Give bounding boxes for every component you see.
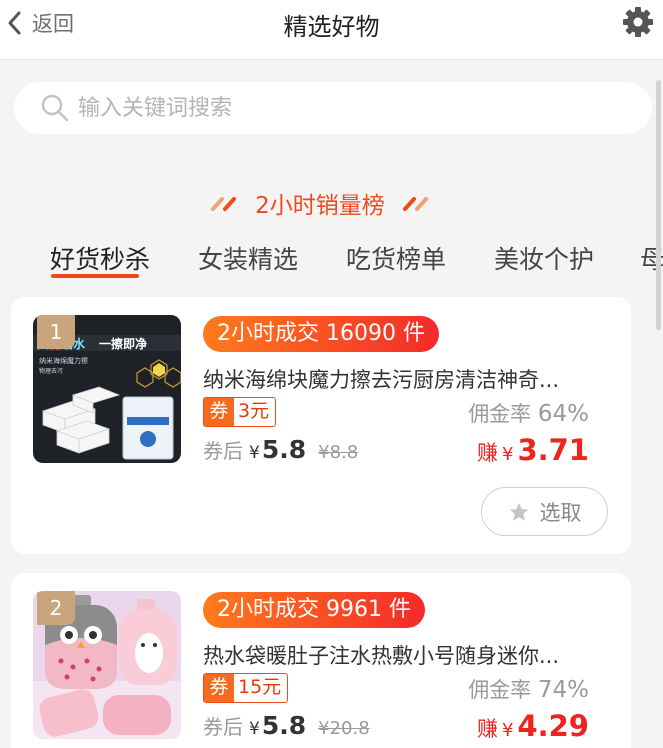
top-bar: 返回 精选好物 (0, 0, 663, 60)
tab-meizhuang-gehu[interactable]: 美妆个护 (494, 240, 594, 276)
commission-value: 64% (537, 401, 589, 427)
sales-badge: 2小时成交 16090 件 (203, 316, 439, 352)
svg-text:纳米海绵魔力擦: 纳米海绵魔力擦 (39, 356, 88, 365)
earnings: 赚 ¥ 4.29 (477, 709, 589, 743)
scrollbar[interactable] (656, 80, 661, 330)
page-title: 精选好物 (283, 13, 380, 41)
after-coupon-price: 5.8 (261, 435, 307, 464)
earn-label: 赚 (476, 441, 498, 465)
coupon-badge: 券 15元 (203, 673, 289, 703)
coupon-badge: 券 3元 (203, 397, 277, 427)
after-coupon-label: 券后 (203, 439, 243, 463)
commission-rate: 佣金率 74% (468, 674, 589, 704)
svg-text:一擦即净: 一擦即净 (99, 336, 147, 351)
slash-decoration-icon (211, 197, 237, 211)
star-icon (509, 502, 528, 521)
commission-rate: 佣金率 64% (468, 398, 589, 428)
coupon-tag: 券 (204, 398, 234, 426)
select-button[interactable]: 选取 (481, 487, 608, 536)
gear-icon[interactable] (621, 5, 655, 39)
sales-badge: 2小时成交 9961 件 (203, 592, 425, 628)
currency-symbol: ¥ (249, 443, 260, 463)
price-row: 券后 ¥ 5.8 ¥8.8 (203, 435, 358, 464)
svg-text:物理去污: 物理去污 (39, 367, 63, 375)
price-row: 券后 ¥ 5.8 ¥20.8 (203, 711, 370, 740)
product-image: 2 (33, 591, 181, 739)
earn-amount: 3.71 (517, 433, 589, 467)
product-card[interactable]: 2 2小时成交 9961 件 热水袋暖肚子注水热敷小号随身迷你... 券 15元… (11, 573, 631, 748)
earn-label: 赚 (476, 717, 498, 741)
tab-chihuo-bangdan[interactable]: 吃货榜单 (346, 240, 446, 276)
product-name: 热水袋暖肚子注水热敷小号随身迷你... (203, 644, 560, 668)
commission-label: 佣金率 (468, 678, 532, 702)
coupon-tag: 券 (204, 674, 234, 702)
search-icon (41, 94, 69, 122)
coupon-value: 3元 (238, 400, 270, 422)
currency-symbol: ¥ (249, 719, 260, 739)
currency-symbol: ¥ (501, 720, 514, 741)
product-image: 只需沾水 一擦即净 纳米海绵魔力擦 物理去污 (33, 315, 181, 463)
slash-decoration-icon (402, 197, 428, 211)
after-coupon-label: 券后 (203, 715, 243, 739)
active-tab-indicator (51, 274, 139, 278)
original-price: ¥8.8 (318, 442, 359, 463)
product-card[interactable]: 只需沾水 一擦即净 纳米海绵魔力擦 物理去污 (11, 297, 631, 554)
commission-value: 74% (537, 677, 589, 703)
select-label: 选取 (539, 500, 582, 525)
coupon-value: 15元 (238, 676, 282, 698)
search-bar[interactable] (14, 82, 652, 134)
product-name: 纳米海绵块魔力擦去污厨房清洁神奇... (203, 368, 560, 392)
rank-badge: 1 (37, 315, 75, 349)
rank-badge: 2 (37, 591, 75, 625)
after-coupon-price: 5.8 (261, 711, 307, 740)
section-heading: 2小时销量榜 (0, 186, 640, 220)
tab-haohuo-miaosha[interactable]: 好货秒杀 (50, 240, 150, 276)
tab-nvzhuang-jingxuan[interactable]: 女装精选 (198, 240, 298, 276)
commission-label: 佣金率 (468, 402, 532, 426)
earn-amount: 4.29 (517, 709, 589, 743)
currency-symbol: ¥ (501, 444, 514, 465)
section-title: 2小时销量榜 (255, 193, 385, 219)
earnings: 赚 ¥ 3.71 (477, 433, 589, 467)
original-price: ¥20.8 (318, 718, 370, 739)
search-input[interactable] (78, 95, 578, 121)
